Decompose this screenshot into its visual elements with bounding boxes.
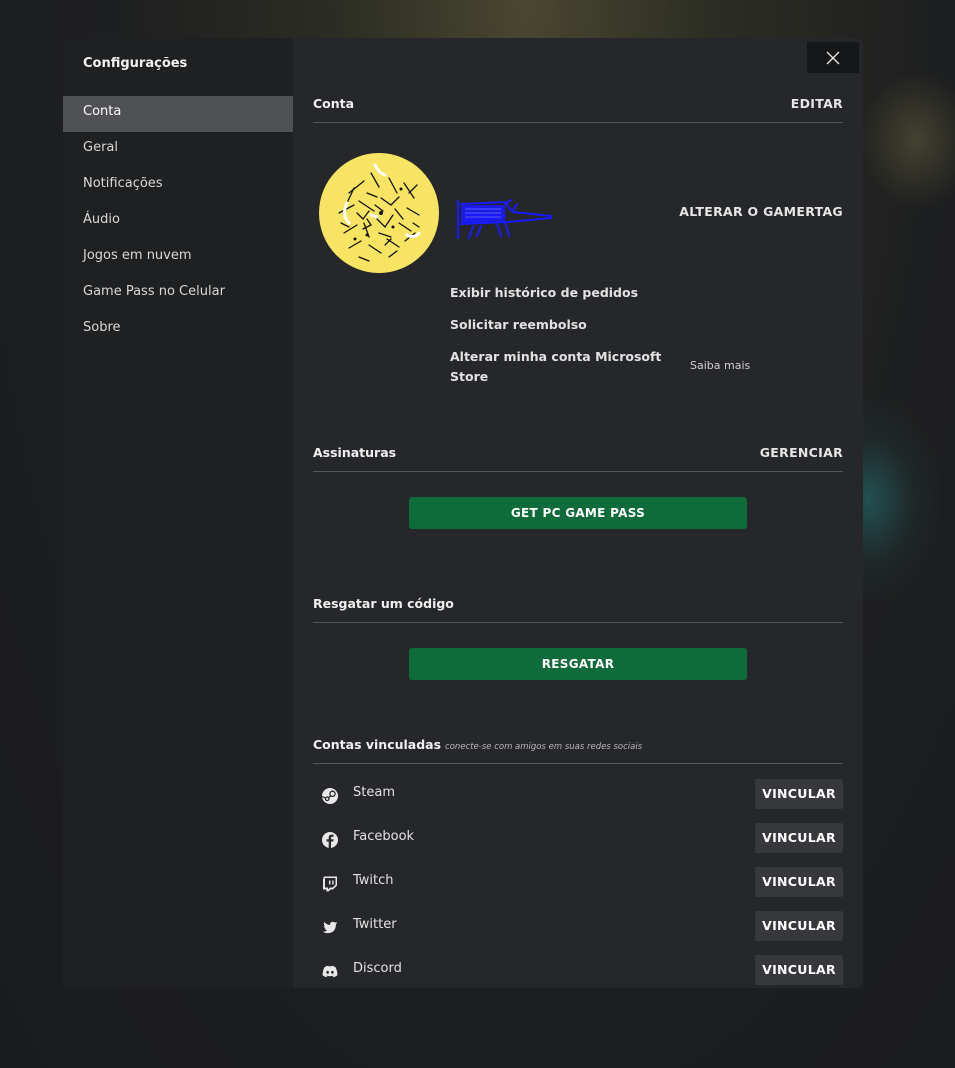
steam-icon (321, 788, 338, 804)
section-title-linked-accounts: Contas vinculadas conecte-se com amigos e… (313, 737, 642, 752)
linked-account-name: Steam (353, 785, 395, 800)
linked-accounts-subtitle: conecte-se com amigos em suas redes soci… (445, 742, 643, 752)
manage-subscriptions-button[interactable]: GERENCIAR (760, 445, 843, 460)
linked-account-name: Discord (353, 961, 402, 976)
sidebar-item-game-pass-celular[interactable]: Game Pass no Celular (63, 276, 293, 312)
sidebar-item-notificacoes[interactable]: Notificações (63, 168, 293, 204)
link-discord-button[interactable]: VINCULAR (755, 955, 843, 985)
sidebar-item-jogos-em-nuvem[interactable]: Jogos em nuvem (63, 240, 293, 276)
settings-sidebar: Configurações Conta Geral Notificações Á… (63, 38, 293, 988)
sidebar-item-sobre[interactable]: Sobre (63, 312, 293, 348)
section-title-account: Conta (313, 96, 355, 111)
change-store-account-line-1: Alterar minha conta Microsoft (450, 349, 662, 364)
background-glow (860, 70, 955, 210)
discord-icon (322, 965, 338, 978)
close-button[interactable] (807, 42, 859, 73)
linked-accounts-title: Contas vinculadas (313, 737, 442, 752)
sidebar-item-audio[interactable]: Áudio (63, 204, 293, 240)
section-title-redeem: Resgatar um código (313, 596, 454, 611)
sidebar-item-conta[interactable]: Conta (63, 96, 293, 132)
gamertag-scribble (457, 199, 552, 239)
learn-more-link[interactable]: Saiba mais (690, 359, 750, 372)
get-pc-game-pass-button[interactable]: GET PC GAME PASS (409, 497, 747, 529)
link-steam-button[interactable]: VINCULAR (755, 779, 843, 809)
link-twitch-button[interactable]: VINCULAR (755, 867, 843, 897)
linked-accounts-section-header: Contas vinculadas conecte-se com amigos e… (313, 737, 843, 764)
subscriptions-section-header: Assinaturas GERENCIAR (313, 445, 843, 472)
facebook-icon (322, 832, 338, 848)
avatar-drawing (338, 163, 421, 262)
sidebar-item-geral[interactable]: Geral (63, 132, 293, 168)
request-refund-link[interactable]: Solicitar reembolso (450, 315, 587, 335)
linked-account-row-facebook: Facebook VINCULAR (313, 823, 843, 857)
twitch-icon (323, 876, 337, 892)
linked-account-name: Facebook (353, 829, 415, 844)
redeem-code-button[interactable]: RESGATAR (409, 648, 747, 680)
linked-account-row-twitch: Twitch VINCULAR (313, 867, 843, 901)
account-section-header: Conta EDITAR (313, 96, 843, 123)
linked-account-row-twitter: Twitter VINCULAR (313, 911, 843, 945)
redeem-section-header: Resgatar um código (313, 596, 843, 623)
dialog-title: Configurações (83, 56, 188, 71)
section-title-subscriptions: Assinaturas (313, 445, 397, 460)
avatar[interactable] (319, 153, 439, 273)
settings-nav: Conta Geral Notificações Áudio Jogos em … (63, 96, 293, 348)
change-store-account-link[interactable]: Alterar minha conta Microsoft Store (450, 347, 661, 387)
linked-account-name: Twitch (353, 873, 394, 888)
link-facebook-button[interactable]: VINCULAR (755, 823, 843, 853)
twitter-icon (322, 921, 338, 934)
linked-account-row-discord: Discord VINCULAR (313, 955, 843, 988)
linked-account-name: Twitter (353, 917, 397, 932)
settings-content: Conta EDITAR ALTERAR O GAMERTAG Exibir h… (293, 38, 863, 988)
linked-account-row-steam: Steam VINCULAR (313, 779, 843, 813)
edit-profile-button[interactable]: EDITAR (791, 96, 843, 111)
order-history-link[interactable]: Exibir histórico de pedidos (450, 283, 638, 303)
link-twitter-button[interactable]: VINCULAR (755, 911, 843, 941)
settings-dialog: Configurações Conta Geral Notificações Á… (63, 38, 863, 988)
close-icon (826, 51, 840, 64)
change-gamertag-button[interactable]: ALTERAR O GAMERTAG (679, 204, 843, 219)
change-store-account-line-2: Store (450, 369, 489, 384)
